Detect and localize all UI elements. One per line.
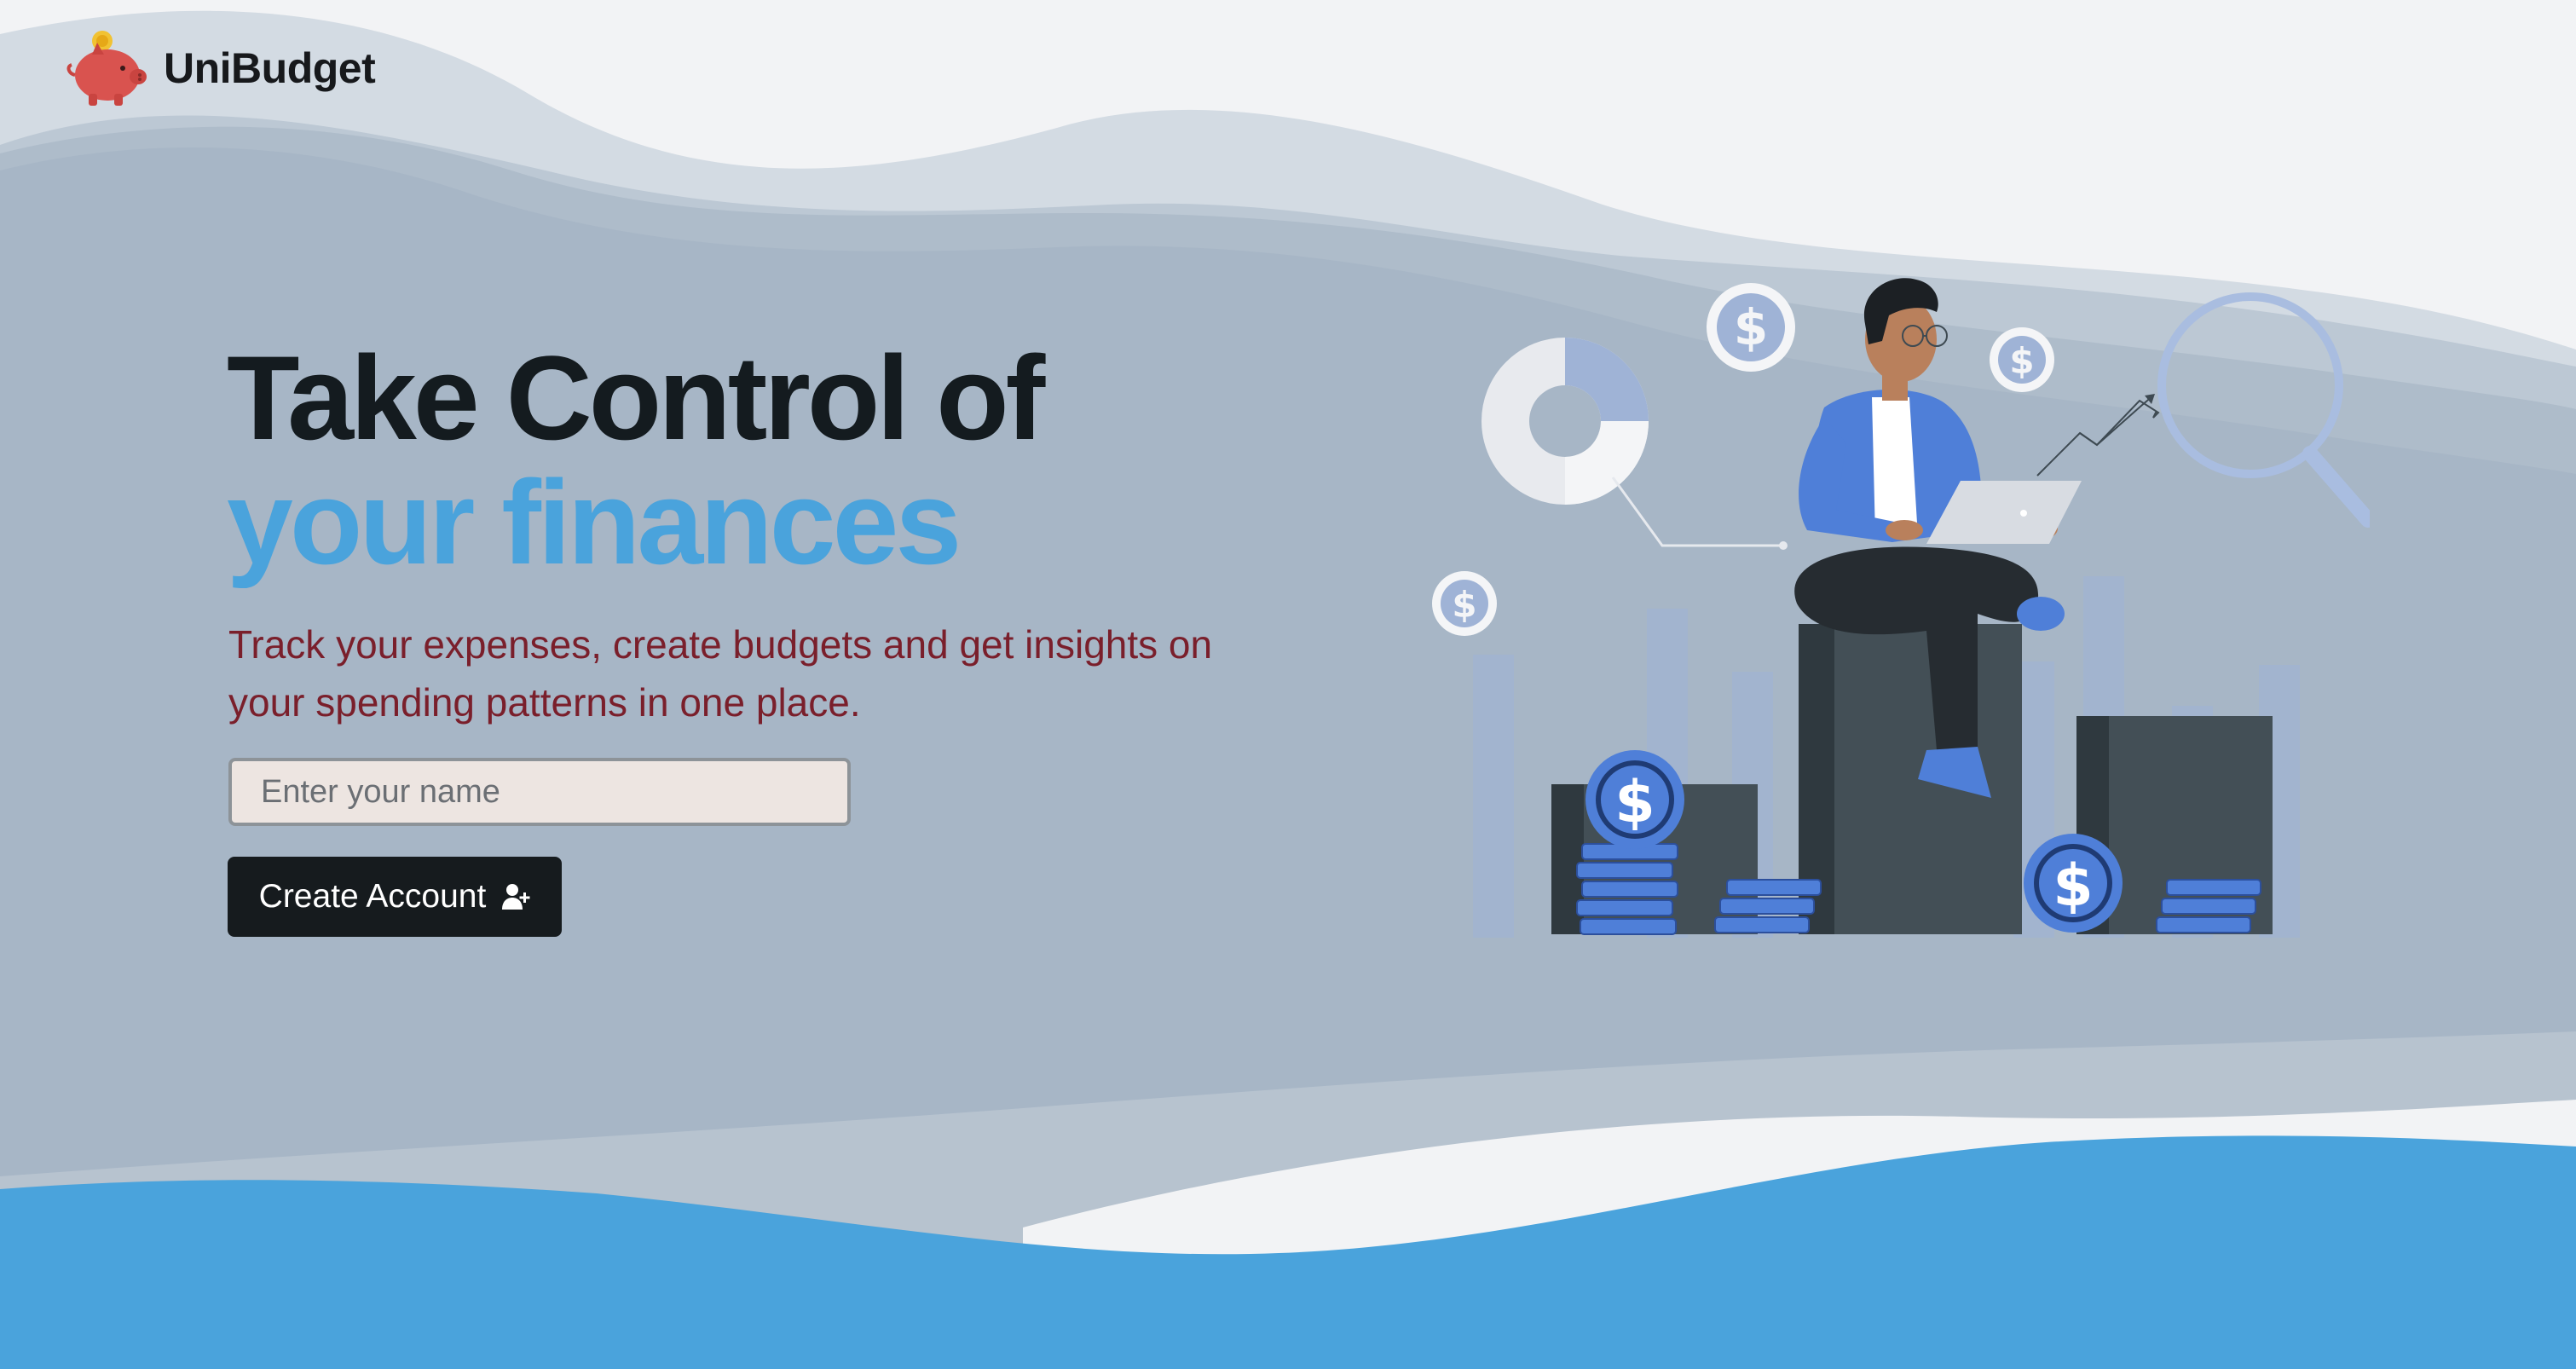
hero-subtitle: Track your expenses, create budgets and … — [228, 622, 1213, 725]
trend-line — [2036, 399, 2160, 477]
big-coin-icon-1: $ — [1585, 750, 1684, 849]
svg-text:$: $ — [2053, 852, 2093, 920]
big-coin-icon-2: $ — [2024, 834, 2123, 933]
create-account-button[interactable]: Create Account — [228, 857, 562, 937]
hero-title-line-2: your finances — [227, 455, 962, 589]
coin-stack-1 — [1576, 843, 1678, 935]
finance-illustration: $ $ $ $ $ — [1432, 278, 2370, 938]
user-plus-icon — [502, 884, 530, 910]
svg-text:$: $ — [1734, 298, 1768, 356]
brand[interactable]: UniBudget — [66, 29, 376, 107]
coin-stack-3 — [2156, 879, 2261, 933]
floating-coin-icon-2: $ — [1990, 327, 2054, 392]
floating-coin-icon-3: $ — [1432, 571, 1497, 636]
brand-name: UniBudget — [164, 44, 376, 92]
hero-title-line-1: Take Control of — [227, 331, 1045, 465]
floating-coin-icon-1: $ — [1707, 283, 1795, 372]
svg-text:$: $ — [2009, 340, 2034, 382]
landing-page: UniBudget Take Control of your finances … — [0, 0, 2576, 1369]
piggy-bank-icon — [66, 31, 147, 106]
hero-title: Take Control of your finances — [227, 331, 1045, 589]
magnifying-glass-icon — [2157, 292, 2370, 528]
coin-stack-2 — [1714, 879, 1822, 933]
svg-text:$: $ — [1614, 769, 1655, 836]
svg-text:$: $ — [1452, 584, 1476, 626]
create-account-label: Create Account — [258, 878, 487, 915]
donut-chart-icon — [1481, 338, 1788, 550]
name-input[interactable] — [228, 758, 851, 826]
